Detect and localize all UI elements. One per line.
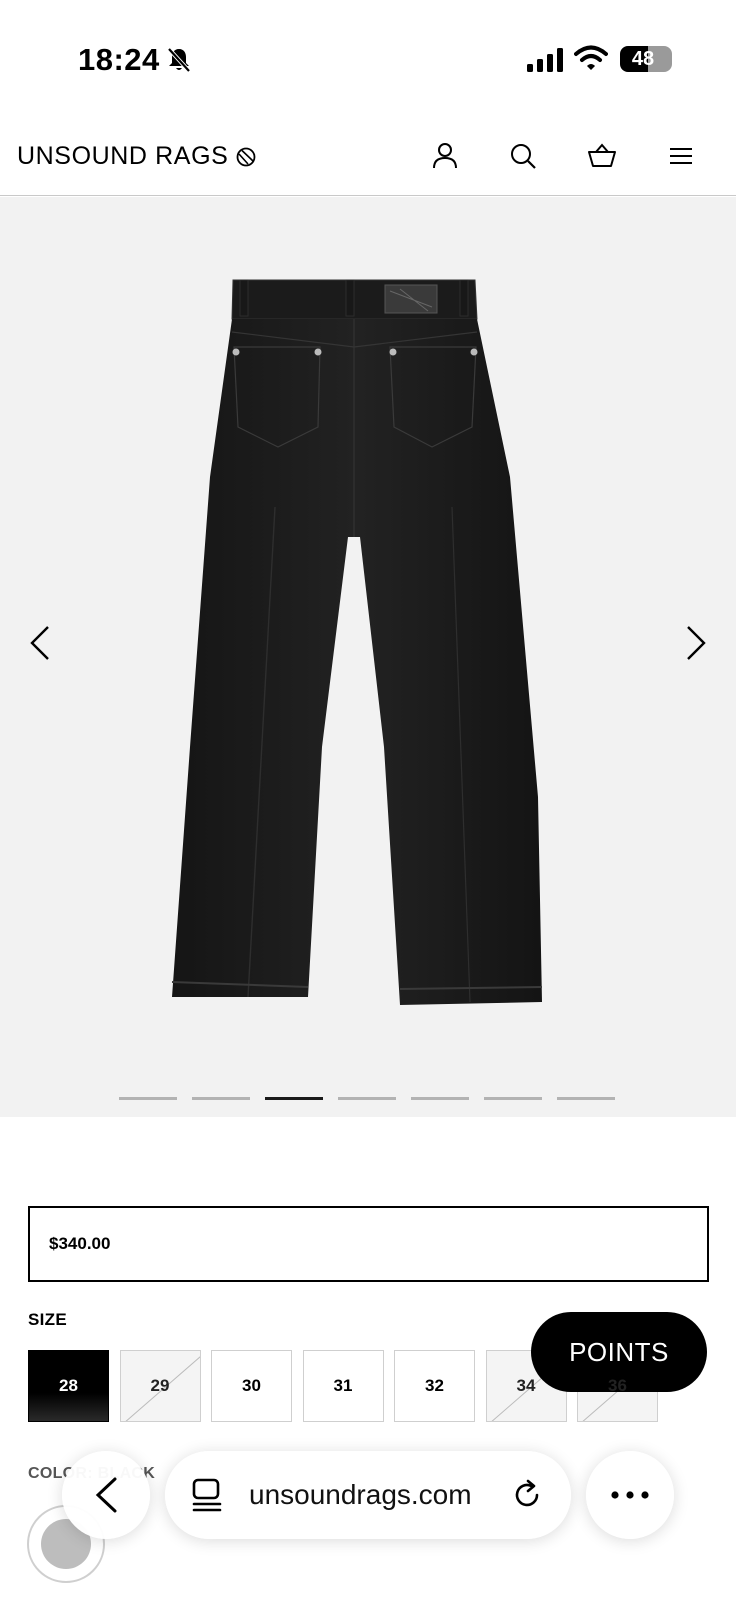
account-button[interactable] [425, 136, 465, 176]
next-image-button[interactable] [676, 615, 716, 671]
gallery-dot[interactable] [265, 1097, 323, 1100]
more-dots-icon [611, 1491, 649, 1499]
size-option-label: 32 [425, 1376, 444, 1395]
size-option-32[interactable]: 32 [394, 1350, 475, 1422]
site-header: UNSOUND RAGS [0, 120, 736, 196]
gallery-dot[interactable] [338, 1097, 396, 1100]
menu-icon [670, 148, 692, 164]
gallery-dot[interactable] [119, 1097, 177, 1100]
page-menu-icon [192, 1478, 222, 1512]
chevron-left-icon [95, 1477, 117, 1513]
size-option-29[interactable]: 29 [119, 1350, 201, 1422]
battery-indicator: 48 [620, 46, 672, 72]
size-option-label: 28 [59, 1376, 78, 1395]
status-time: 18:24 [78, 42, 160, 77]
chevron-left-icon [30, 626, 49, 660]
gallery-dot[interactable] [557, 1097, 615, 1100]
size-option-label: 34 [516, 1376, 536, 1395]
product-image-black-jeans [171, 279, 543, 1005]
basket-icon [588, 143, 616, 167]
product-price: $340.00 [49, 1234, 111, 1253]
size-option-label: 31 [333, 1376, 353, 1395]
reload-icon[interactable] [511, 1479, 543, 1511]
battery-percentage: 48 [631, 48, 655, 70]
size-option-label: 30 [242, 1376, 261, 1395]
previous-image-button[interactable] [20, 615, 60, 671]
product-gallery[interactable] [0, 197, 736, 1117]
account-icon [433, 143, 457, 169]
search-button[interactable] [503, 136, 543, 176]
price-display: $340.00 [28, 1206, 709, 1282]
cellular-signal-icon [527, 48, 563, 72]
gallery-dot[interactable] [484, 1097, 542, 1100]
gallery-dot[interactable] [411, 1097, 469, 1100]
address-bar[interactable]: unsoundrags.com [165, 1451, 571, 1539]
status-bar: 18:24 48 [0, 0, 736, 110]
search-icon [511, 144, 536, 169]
browser-more-button[interactable] [586, 1451, 674, 1539]
size-option-30[interactable]: 30 [211, 1350, 292, 1422]
wifi-icon [574, 45, 608, 70]
size-option-28[interactable]: 28 [28, 1350, 109, 1422]
size-option-31[interactable]: 31 [302, 1350, 384, 1422]
gallery-dot[interactable] [192, 1097, 250, 1100]
menu-button[interactable] [661, 136, 701, 176]
chevron-right-icon [687, 626, 706, 660]
size-option-label: 36 [608, 1376, 627, 1395]
size-option-label: 29 [150, 1376, 170, 1395]
size-label: SIZE [28, 1310, 67, 1329]
basket-button[interactable] [582, 136, 622, 176]
brand-logo-link[interactable]: UNSOUND RAGS [17, 142, 256, 171]
brand-emblem-icon [236, 147, 256, 166]
brand-name: UNSOUND RAGS [17, 142, 229, 170]
silent-bell-icon [167, 47, 191, 73]
browser-back-button[interactable] [62, 1451, 150, 1539]
url-text: unsoundrags.com [249, 1479, 472, 1510]
